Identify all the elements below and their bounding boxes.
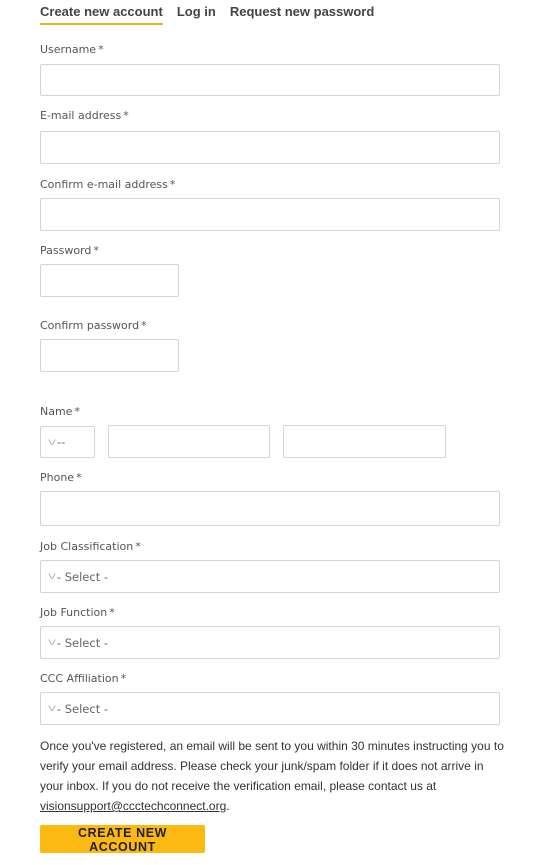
- job-classification-label: Job Classification *: [40, 540, 141, 553]
- confirm-password-label: Confirm password *: [40, 319, 147, 332]
- confirm-password-input[interactable]: [40, 339, 179, 372]
- confirm-email-input[interactable]: [40, 198, 500, 231]
- name-label: Name *: [40, 405, 80, 418]
- username-input[interactable]: [40, 64, 500, 96]
- verification-info-text: Once you've registered, an email will be…: [40, 739, 504, 813]
- password-label: Password *: [40, 244, 99, 257]
- chevron-down-icon: v: [47, 637, 57, 648]
- tab-request-new-password[interactable]: Request new password: [230, 0, 374, 22]
- chevron-down-icon: v: [47, 571, 57, 582]
- tab-log-in[interactable]: Log in: [177, 0, 216, 22]
- chevron-down-icon: v: [47, 703, 57, 714]
- account-tabs: Create new account Log in Request new pa…: [40, 0, 388, 25]
- chevron-down-icon: v: [47, 436, 57, 448]
- confirm-email-label: Confirm e-mail address *: [40, 178, 176, 191]
- phone-input[interactable]: [40, 491, 500, 526]
- name-prefix-select[interactable]: v --: [40, 426, 95, 458]
- support-email-link[interactable]: visionsupport@ccctechconnect.org: [40, 799, 226, 813]
- job-classification-select[interactable]: v- Select -: [40, 560, 500, 593]
- email-input[interactable]: [40, 131, 500, 164]
- ccc-affiliation-select[interactable]: v- Select -: [40, 692, 500, 725]
- last-name-input[interactable]: [283, 425, 446, 458]
- create-new-account-button[interactable]: CREATE NEW ACCOUNT: [40, 825, 205, 854]
- job-function-select[interactable]: v- Select -: [40, 626, 500, 659]
- ccc-affiliation-label: CCC Affiliation *: [40, 672, 127, 685]
- first-name-input[interactable]: [108, 425, 270, 458]
- job-function-label: Job Function *: [40, 606, 115, 619]
- username-label: Username *: [40, 43, 104, 56]
- phone-label: Phone *: [40, 471, 82, 484]
- email-label: E-mail address *: [40, 109, 129, 122]
- tab-create-new-account[interactable]: Create new account: [40, 0, 163, 25]
- password-input[interactable]: [40, 264, 179, 297]
